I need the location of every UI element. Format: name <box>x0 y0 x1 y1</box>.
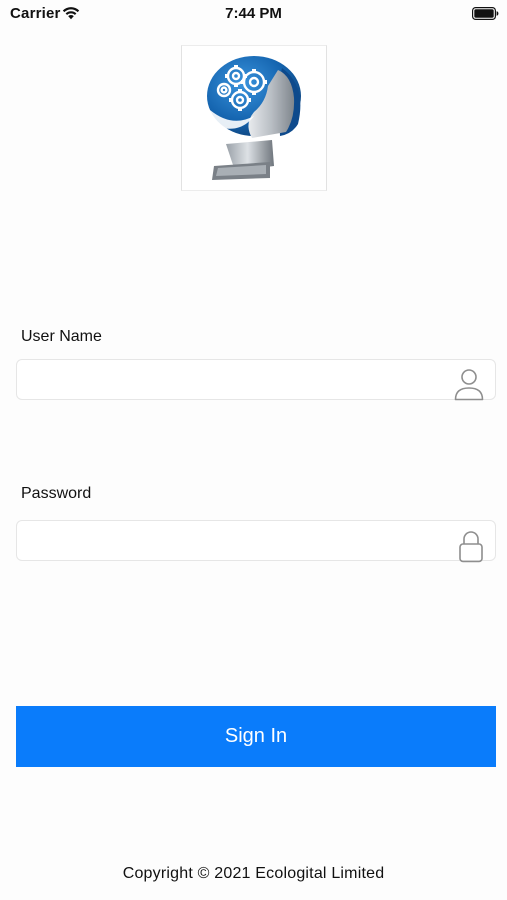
password-input[interactable] <box>27 521 447 560</box>
head-gears-logo <box>207 56 301 180</box>
username-input[interactable] <box>27 360 447 399</box>
lock-icon <box>459 531 483 563</box>
battery-icon <box>472 7 499 20</box>
app-logo <box>181 45 327 191</box>
login-screen: Carrier 7:44 PM User Name Password Sign … <box>0 0 507 900</box>
clock-time: 7:44 PM <box>225 5 282 22</box>
username-label: User Name <box>21 328 102 345</box>
password-label: Password <box>21 485 92 502</box>
copyright-text: Copyright © 2021 Ecologital Limited <box>122 865 385 882</box>
username-field[interactable] <box>16 359 496 401</box>
status-bar: Carrier 7:44 PM <box>0 0 507 28</box>
password-field[interactable] <box>16 520 496 563</box>
sign-in-button[interactable]: Sign In <box>16 706 496 767</box>
user-icon <box>454 369 484 401</box>
